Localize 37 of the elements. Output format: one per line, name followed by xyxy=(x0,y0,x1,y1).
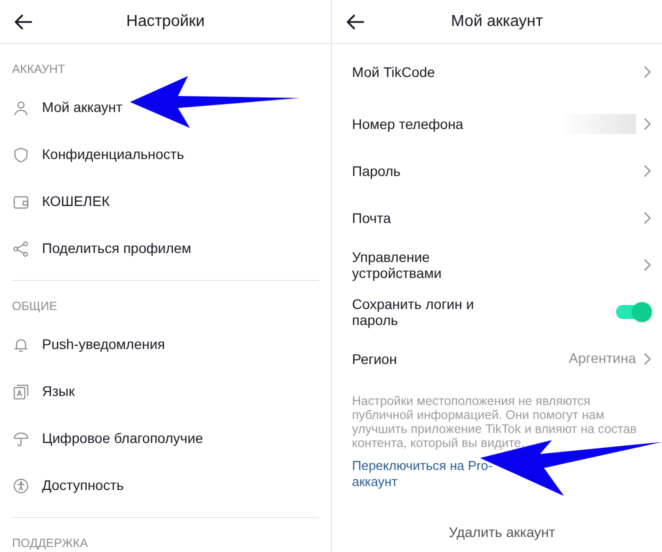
setting-label: Сохранить логин и пароль xyxy=(352,296,475,328)
row-value: Аргентина xyxy=(568,349,636,368)
account-row[interactable]: Почта xyxy=(352,194,652,241)
settings-item[interactable]: КОШЕЛЕК xyxy=(12,178,319,225)
section-heading: АККАУНТ xyxy=(12,61,66,78)
account-row[interactable]: Пароль xyxy=(352,147,652,194)
settings-item[interactable]: Конфиденциальность xyxy=(12,131,319,178)
section-heading: ПОДДЕРЖКА xyxy=(12,535,89,552)
account-row[interactable]: Регион Аргентина xyxy=(352,335,652,382)
accessibility-icon xyxy=(12,476,30,494)
settings-item[interactable]: Push-уведомления xyxy=(12,321,319,368)
share-icon xyxy=(12,240,30,258)
screen-title: Настройки xyxy=(126,12,205,32)
shield-icon xyxy=(12,146,30,164)
chevron-right-icon xyxy=(642,164,652,178)
settings-item[interactable]: Поделиться профилем xyxy=(12,225,319,272)
toggle-switch[interactable] xyxy=(616,304,650,318)
location-note: Настройки местоположения не являются публичной информацией. Они помогут нам улучшить приложение TikTok и влияют на состав контента, который вы видите. xyxy=(352,394,638,450)
settings-item[interactable]: Мой аккаунт xyxy=(12,84,319,131)
pro-account-link[interactable]: Переключиться на Pro-аккаунт xyxy=(352,458,512,490)
chevron-right-icon xyxy=(642,116,652,130)
umbrella-icon xyxy=(12,430,30,448)
settings-item[interactable]: Язык xyxy=(12,368,319,415)
chevron-right-icon xyxy=(642,65,652,79)
screen-title: Мой аккаунт xyxy=(451,12,543,32)
section-heading: ОБЩИЕ xyxy=(12,298,58,315)
chevron-right-icon xyxy=(642,258,652,272)
account-row[interactable]: Номер телефона xyxy=(352,100,652,147)
chevron-right-icon xyxy=(642,352,652,366)
settings-item[interactable]: Цифровое благополучие xyxy=(12,415,319,462)
person-icon xyxy=(12,98,30,116)
delete-account-button[interactable]: Удалить аккаунт xyxy=(448,518,556,547)
translate-icon xyxy=(12,382,30,400)
settings-item[interactable]: Доступность xyxy=(12,462,319,509)
chevron-right-icon xyxy=(642,210,652,224)
account-row[interactable]: Мой TikCode xyxy=(352,44,652,100)
account-row[interactable]: Управление устройствами xyxy=(352,241,652,288)
